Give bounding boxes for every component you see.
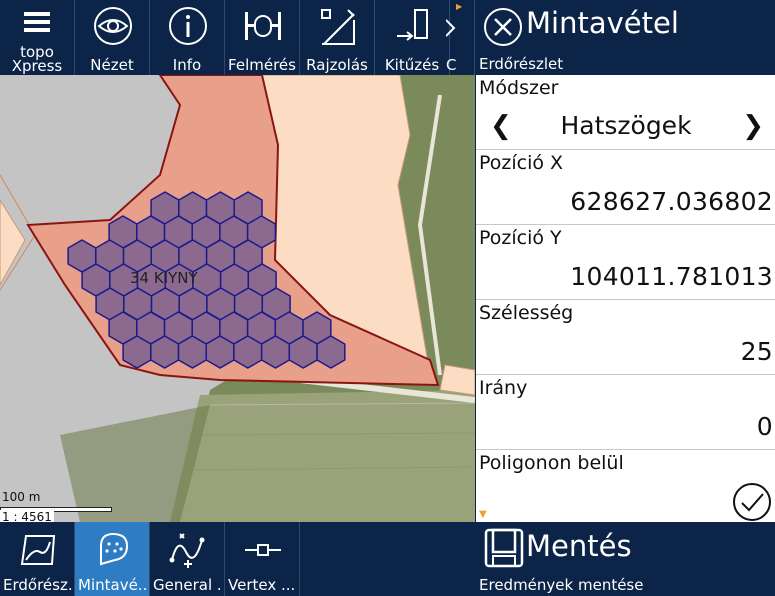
parcel-label: 34 KIYNY <box>130 269 198 287</box>
sample-hexagon <box>233 335 263 369</box>
tab-forest-parcel[interactable]: Erdőrész... <box>0 522 75 596</box>
save-icon <box>484 528 524 568</box>
direction-row: Irány 0 <box>476 375 775 450</box>
position-x-row: Pozíció X 628627.036802 <box>476 150 775 225</box>
width-field[interactable]: 25 <box>741 337 773 366</box>
survey-label: Felmérés <box>228 56 296 74</box>
scale-distance: 100 m <box>2 490 41 504</box>
chevron-right-icon[interactable]: ❯ <box>742 111 764 141</box>
menu-button[interactable]: topo Xpress <box>0 0 75 75</box>
direction-field[interactable]: 0 <box>757 412 773 441</box>
survey-icon <box>245 12 281 40</box>
info-icon <box>169 7 207 45</box>
position-y-label: Pozíció Y <box>479 227 562 249</box>
scale-ratio: 1 : 4561 <box>0 510 54 522</box>
position-y-row: Pozíció Y 104011.781013 <box>476 225 775 300</box>
tab-generalize-label: General ... <box>153 576 222 594</box>
width-label: Szélesség <box>479 302 574 324</box>
position-x-label: Pozíció X <box>479 152 564 174</box>
more-tools-button[interactable]: ▶ C <box>446 0 475 75</box>
sample-hexagon <box>205 335 235 369</box>
generalize-icon <box>169 533 205 568</box>
tab-generalize[interactable]: General ... <box>150 522 225 596</box>
tab-sampling-label: Mintavé... <box>78 576 147 594</box>
view-label: Nézet <box>90 56 134 74</box>
width-row: Szélesség 25 <box>476 300 775 375</box>
method-row: Módszer ❮ Hatszögek ❯ <box>476 75 775 150</box>
crop-field <box>170 390 475 522</box>
tab-vertex-label: Vertex ... <box>228 576 296 594</box>
neighbor-parcel <box>439 364 475 396</box>
survey-button[interactable]: Felmérés <box>225 0 300 75</box>
map-canvas: 34 KIYNY <box>0 75 475 522</box>
save-title: Mentés <box>526 529 632 563</box>
save-subtitle: Eredmények mentése <box>479 576 644 594</box>
scroll-down-icon[interactable]: ▼ <box>479 509 487 520</box>
vertex-icon <box>245 544 281 556</box>
tab-forest-parcel-label: Erdőrész... <box>3 576 72 594</box>
view-button[interactable]: Nézet <box>75 0 150 75</box>
panel-title: Mintavétel <box>526 6 679 40</box>
inside-polygon-label: Poligonon belül <box>479 452 624 474</box>
overflow-arrow-icon: ▶ <box>456 2 463 11</box>
save-button[interactable]: Mentés Eredmények mentése <box>476 522 775 596</box>
info-label: Info <box>172 56 202 74</box>
tab-sampling[interactable]: Mintavé... <box>75 522 150 596</box>
inside-polygon-row: Poligonon belül <box>476 450 775 522</box>
sample-hexagon <box>288 335 318 369</box>
logo-line2: Xpress <box>11 57 63 75</box>
sample-hexagon <box>260 335 291 369</box>
tab-vertex[interactable]: Vertex ... <box>225 522 300 596</box>
sample-hexagon <box>177 335 208 369</box>
more-tools-label: C <box>446 56 457 74</box>
stakeout-label: Kitűzés <box>384 56 440 74</box>
sample-hexagon <box>316 335 346 369</box>
drawing-icon <box>321 9 355 45</box>
drawing-button[interactable]: Rajzolás <box>300 0 375 75</box>
position-y-field[interactable]: 104011.781013 <box>570 262 773 291</box>
panel-form: Módszer ❮ Hatszögek ❯ Pozíció X 628627.0… <box>476 75 775 522</box>
stakeout-icon <box>397 9 428 41</box>
inside-polygon-checkbox[interactable] <box>732 482 772 522</box>
sample-hexagon <box>150 335 180 369</box>
scale-bar: 100 m 1 : 4561 <box>0 490 115 522</box>
forest-parcel-icon <box>20 535 56 565</box>
top-toolbar: topo Xpress Nézet Info Felmérés Rajzolás… <box>0 0 475 75</box>
close-icon[interactable] <box>483 7 523 47</box>
sampling-icon <box>100 532 129 566</box>
hamburger-icon <box>24 12 50 32</box>
position-x-field[interactable]: 628627.036802 <box>570 187 773 216</box>
info-button[interactable]: Info <box>150 0 225 75</box>
map-view[interactable]: 34 KIYNY 100 m 1 : 4561 <box>0 75 475 522</box>
method-selector[interactable]: Hatszögek <box>476 111 775 140</box>
panel-subtitle: Erdőrészlet <box>479 55 564 73</box>
bottom-toolbar: Erdőrész... Mintavé... General ... <box>0 522 475 596</box>
method-label: Módszer <box>479 77 559 99</box>
sampling-panel: Mintavétel Erdőrészlet Módszer ❮ Hatszög… <box>475 0 775 596</box>
partial-icon <box>446 19 456 37</box>
eye-icon <box>94 7 132 45</box>
sample-hexagon <box>122 335 152 369</box>
direction-label: Irány <box>479 377 528 399</box>
stakeout-button[interactable]: Kitűzés <box>375 0 450 75</box>
drawing-label: Rajzolás <box>306 56 368 74</box>
panel-header: Mintavétel Erdőrészlet <box>476 0 775 75</box>
